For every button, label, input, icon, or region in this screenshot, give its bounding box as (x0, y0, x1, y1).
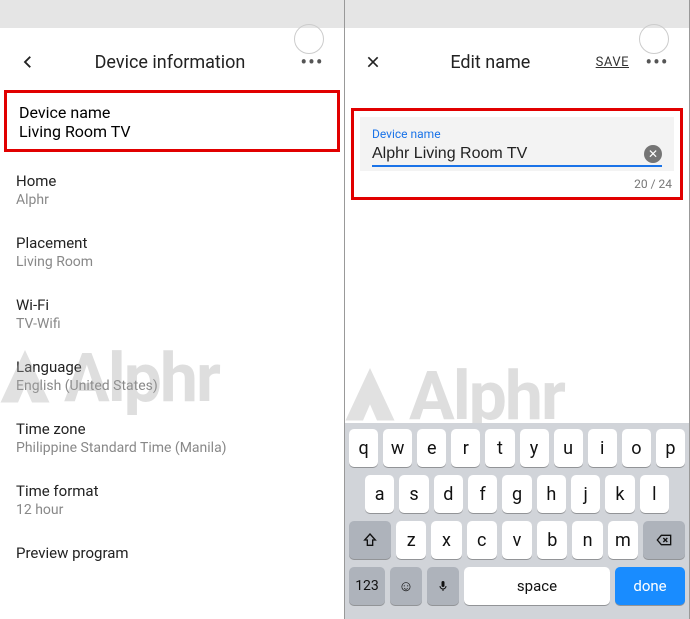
key-n[interactable]: n (572, 521, 602, 559)
key-b[interactable]: b (537, 521, 567, 559)
edit-field[interactable]: Device name ✕ (360, 117, 674, 171)
statusbar (0, 0, 344, 28)
key-x[interactable]: x (431, 521, 461, 559)
key-j[interactable]: j (571, 475, 600, 513)
page-title: Device information (50, 52, 290, 73)
field-label: Device name (372, 127, 662, 141)
screen-edit-name: Edit name SAVE ••• Alphr Device name ✕ 2… (345, 0, 690, 619)
space-key[interactable]: space (464, 567, 610, 605)
row-wifi[interactable]: Wi-Fi TV-Wifi (0, 282, 344, 344)
key-row-4: 123 ☺ space done (349, 567, 685, 605)
statusbar (345, 0, 689, 28)
key-t[interactable]: t (485, 429, 514, 467)
row-home[interactable]: Home Alphr (0, 158, 344, 220)
row-preview[interactable]: Preview program (0, 530, 344, 574)
settings-list: Alphr Device name Living Room TV Home Al… (0, 90, 344, 574)
row-timeformat[interactable]: Time format 12 hour (0, 468, 344, 530)
numbers-key[interactable]: 123 (349, 567, 385, 605)
key-z[interactable]: z (396, 521, 426, 559)
emoji-key[interactable]: ☺ (390, 567, 422, 605)
key-i[interactable]: i (588, 429, 617, 467)
row-device-name[interactable]: Device name Living Room TV (4, 90, 340, 152)
row-label: Device name (19, 103, 325, 122)
key-row-1: q w e r t y u i o p (349, 429, 685, 467)
backspace-key[interactable] (643, 521, 685, 559)
edit-field-highlight: Device name ✕ 20 / 24 (351, 108, 683, 200)
done-key[interactable]: done (615, 567, 685, 605)
char-counter: 20 / 24 (360, 177, 674, 191)
clear-icon[interactable]: ✕ (644, 145, 662, 163)
close-icon[interactable] (355, 44, 391, 80)
key-e[interactable]: e (417, 429, 446, 467)
save-button[interactable]: SAVE (590, 55, 635, 70)
mic-key[interactable] (427, 567, 459, 605)
key-p[interactable]: p (656, 429, 685, 467)
key-row-3: z x c v b n m (349, 521, 685, 559)
key-y[interactable]: y (520, 429, 549, 467)
key-m[interactable]: m (608, 521, 638, 559)
shift-key[interactable] (349, 521, 391, 559)
key-a[interactable]: a (365, 475, 394, 513)
key-s[interactable]: s (399, 475, 428, 513)
key-o[interactable]: o (622, 429, 651, 467)
header: Device information ••• (0, 38, 344, 86)
device-name-input[interactable] (372, 145, 644, 163)
header: Edit name SAVE ••• (345, 38, 689, 86)
key-d[interactable]: d (434, 475, 463, 513)
key-h[interactable]: h (537, 475, 566, 513)
row-placement[interactable]: Placement Living Room (0, 220, 344, 282)
edit-content: Alphr Device name ✕ 20 / 24 (345, 108, 689, 200)
soft-keyboard: q w e r t y u i o p a s d f g h j k l z (345, 423, 689, 619)
back-icon[interactable] (10, 44, 46, 80)
key-k[interactable]: k (605, 475, 634, 513)
background-peek (345, 28, 689, 38)
key-u[interactable]: u (554, 429, 583, 467)
screen-device-info: Device information ••• Alphr Device name… (0, 0, 345, 619)
key-g[interactable]: g (502, 475, 531, 513)
key-c[interactable]: c (467, 521, 497, 559)
key-f[interactable]: f (468, 475, 497, 513)
key-w[interactable]: w (383, 429, 412, 467)
row-value: Living Room TV (19, 122, 325, 141)
key-q[interactable]: q (349, 429, 378, 467)
page-title: Edit name (395, 52, 586, 73)
key-v[interactable]: v (502, 521, 532, 559)
background-peek (0, 28, 344, 38)
key-l[interactable]: l (640, 475, 669, 513)
key-r[interactable]: r (451, 429, 480, 467)
row-language[interactable]: Language English (United States) (0, 344, 344, 406)
key-row-2: a s d f g h j k l (349, 475, 685, 513)
row-timezone[interactable]: Time zone Philippine Standard Time (Mani… (0, 406, 344, 468)
